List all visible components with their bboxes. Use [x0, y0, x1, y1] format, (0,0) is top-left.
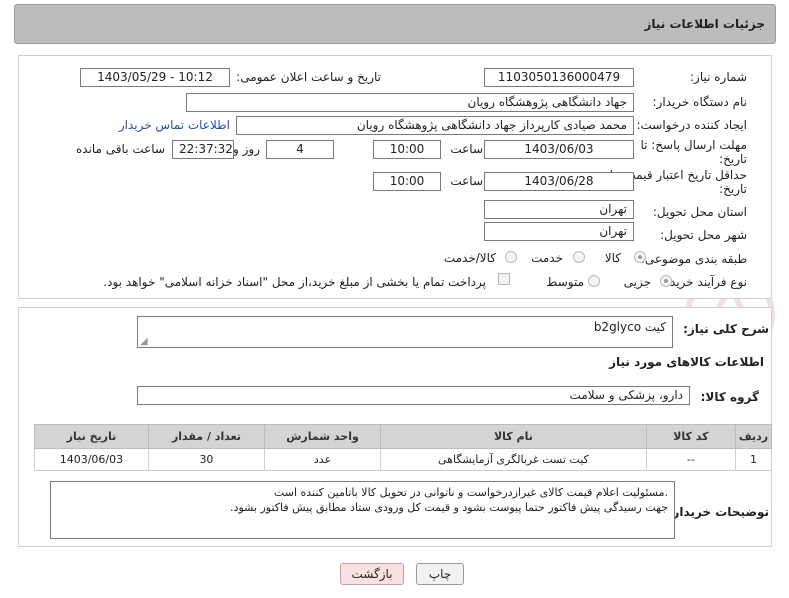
buyer-notes-line2: جهت رسیدگی پیش فاکتور حتما پیوست بشود و … [230, 501, 668, 514]
summary-field: کیت b2glyco [137, 316, 673, 348]
category-radio-goods-service[interactable] [505, 251, 517, 263]
col-quantity: تعداد / مقدار [147, 424, 265, 449]
goods-info-title: اطلاعات کالاهای مورد نیاز [609, 355, 764, 369]
process-radio-minor[interactable] [660, 275, 672, 287]
resize-grip-icon: ◢ [140, 336, 148, 347]
remaining-time-field: 22:37:32 [172, 140, 234, 159]
cell-quantity: 30 [147, 448, 265, 471]
col-unit: واحد شمارش [263, 424, 382, 449]
summary-label: شرح کلی نیاز: [683, 322, 769, 336]
process-option-medium: متوسط [546, 275, 584, 289]
col-goods-code: کد کالا [645, 424, 737, 449]
category-option-goods-service: کالا/خدمت [443, 251, 496, 265]
announce-datetime-field: 1403/05/29 - 10:12 [80, 68, 230, 87]
deadline-label-line1: مهلت ارسال پاسخ: تا [640, 138, 747, 152]
remaining-days-field: 4 [266, 140, 334, 159]
deadline-time-label: ساعت [450, 142, 483, 156]
cell-row-number: 1 [735, 448, 772, 471]
category-option-goods: کالا [604, 251, 621, 265]
buyer-org-label: نام دستگاه خریدار: [652, 95, 748, 109]
cell-goods-name: کیت تست غربالگری آزمایشگاهی [380, 448, 647, 471]
need-number-label: شماره نیاز: [690, 70, 747, 84]
province-field: تهران [484, 200, 634, 219]
deadline-time-field: 10:00 [373, 140, 441, 159]
process-option-minor: جزیی [623, 275, 651, 289]
buyer-contact-link[interactable]: اطلاعات تماس خریدار [119, 118, 230, 132]
price-validity-time-label: ساعت [450, 174, 483, 188]
province-label: استان محل تحویل: [652, 205, 747, 219]
need-number-field: 1103050136000479 [484, 68, 634, 87]
col-row-number: ردیف [735, 424, 772, 449]
category-radio-goods[interactable] [634, 251, 646, 263]
cell-need-date: 1403/06/03 [34, 448, 149, 471]
print-button[interactable]: چاپ [416, 563, 464, 585]
deadline-date-field: 1403/06/03 [484, 140, 634, 159]
col-need-date: تاریخ نیاز [34, 424, 149, 449]
price-validity-label-line2: تاریخ: [719, 182, 747, 196]
creator-field: محمد صیادی کارپرداز جهاد دانشگاهی پژوهشگ… [236, 116, 634, 135]
table-row: 1 -- کیت تست غربالگری آزمایشگاهی عدد 30 … [34, 448, 772, 471]
remaining-time-label: ساعت باقی مانده [75, 142, 165, 156]
remaining-days-label: روز و [233, 142, 260, 156]
back-button[interactable]: بازگشت [340, 563, 404, 585]
creator-label: ایجاد کننده درخواست: [636, 118, 747, 132]
goods-table: ردیف کد کالا نام کالا واحد شمارش تعداد /… [34, 424, 772, 471]
deadline-label-line2: تاریخ: [719, 152, 747, 166]
category-option-service: خدمت [531, 251, 563, 265]
treasury-payment-note: پرداخت تمام یا بخشی از مبلغ خرید،از محل … [103, 275, 486, 289]
buyer-notes-line1: .مسئولیت اعلام قیمت کالای غیرازدرخواست و… [273, 486, 668, 499]
process-type-label: نوع فرآیند خرید : [662, 275, 747, 289]
goods-table-header: ردیف کد کالا نام کالا واحد شمارش تعداد /… [34, 424, 772, 449]
page-title: جزئیات اطلاعات نیاز [644, 17, 765, 31]
cell-unit: عدد [263, 448, 382, 471]
page-header: جزئیات اطلاعات نیاز [14, 4, 776, 44]
city-field: تهران [484, 222, 634, 241]
cell-goods-code: -- [645, 448, 737, 471]
announce-datetime-label: تاریخ و ساعت اعلان عمومی: [236, 70, 381, 84]
process-radio-medium[interactable] [588, 275, 600, 287]
goods-group-label: گروه کالا: [700, 390, 759, 404]
buyer-notes-field: .مسئولیت اعلام قیمت کالای غیرازدرخواست و… [50, 481, 675, 539]
buyer-notes-label: توضیحات خریدار: [667, 505, 769, 519]
category-label: طبقه بندی موضوعی: [640, 252, 747, 266]
col-goods-name: نام کالا [380, 424, 647, 449]
price-validity-time-field: 10:00 [373, 172, 441, 191]
goods-group-field: دارو، پزشکی و سلامت [137, 386, 690, 405]
treasury-payment-checkbox[interactable] [498, 273, 510, 285]
buyer-org-field: جهاد دانشگاهی پژوهشگاه رویان [186, 93, 634, 112]
city-label: شهر محل تحویل: [660, 228, 747, 242]
price-validity-date-field: 1403/06/28 [484, 172, 634, 191]
category-radio-service[interactable] [573, 251, 585, 263]
